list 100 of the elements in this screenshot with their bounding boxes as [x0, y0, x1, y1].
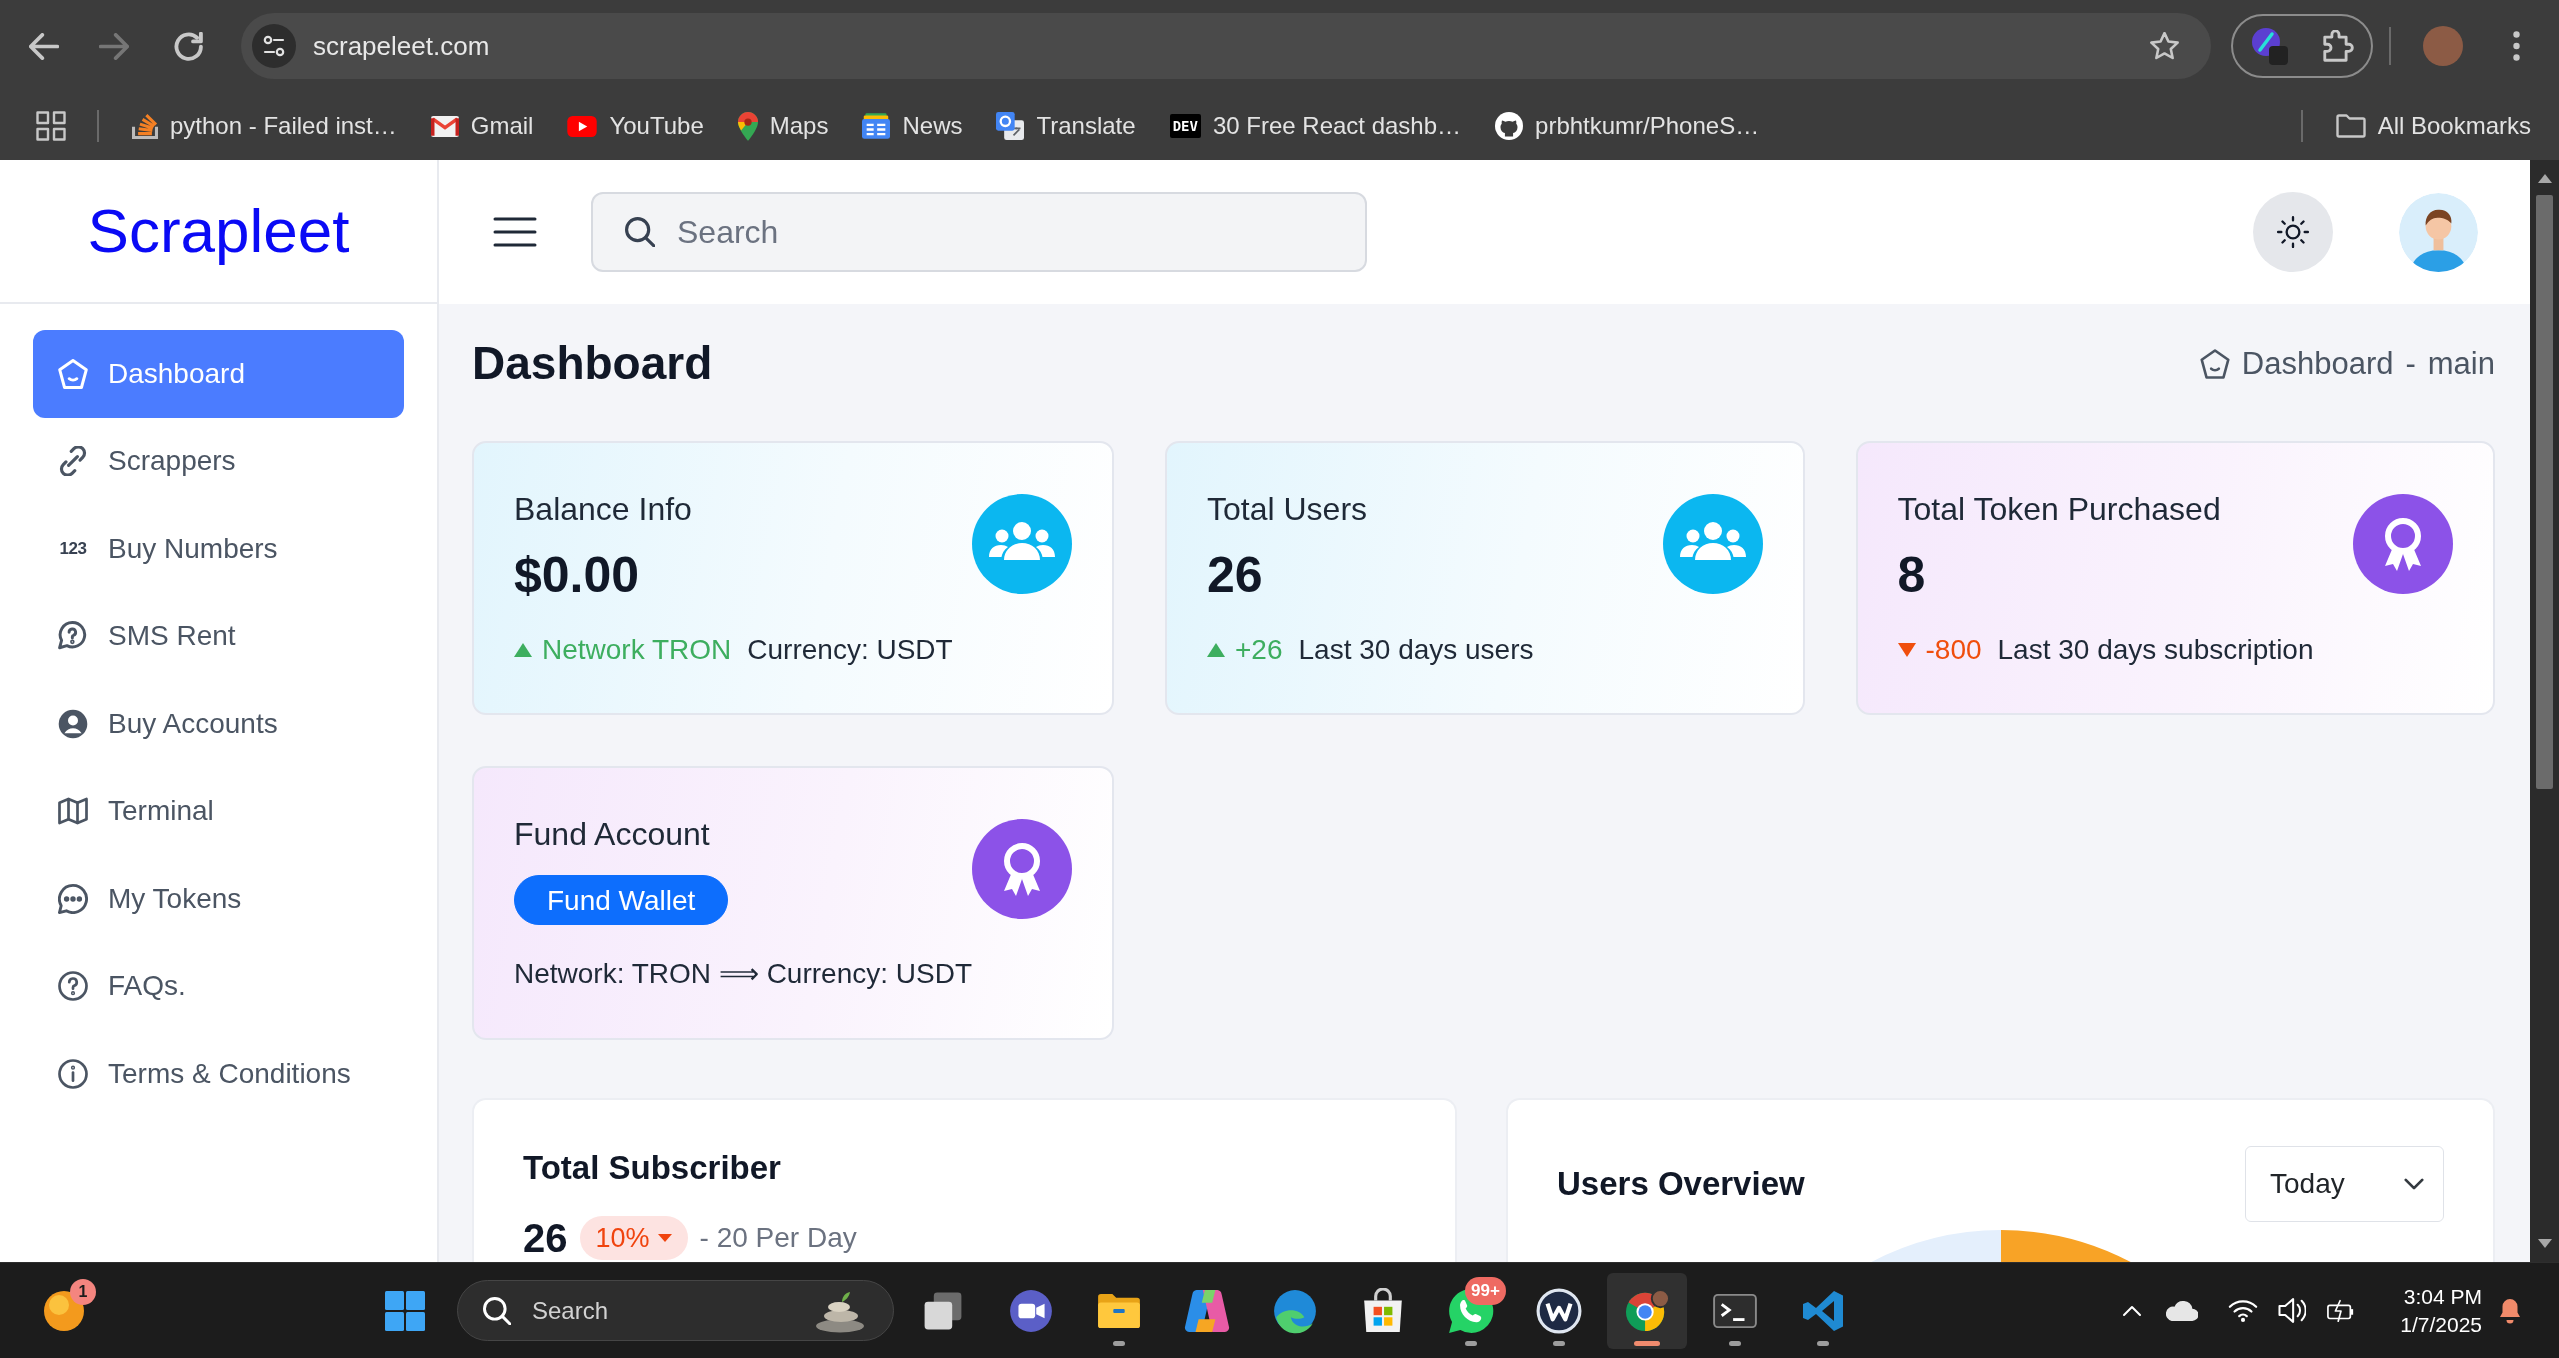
nav-item[interactable]: FAQs.: [33, 942, 404, 1030]
notification-badge: 99+: [1465, 1276, 1506, 1305]
nav-item[interactable]: Dashboard: [33, 330, 404, 418]
sun-icon: [2276, 215, 2310, 249]
envelope-icon: [430, 115, 459, 137]
cat-silhouette-icon: [1495, 112, 1524, 140]
search-icon: [625, 217, 655, 247]
breadcrumb-link[interactable]: Dashboard: [2241, 340, 2394, 388]
card-note: Last 30 days subscription: [1997, 633, 2314, 667]
newspaper-icon: [862, 113, 891, 139]
notification-badge: 1: [70, 1278, 96, 1305]
menu-icon[interactable]: [493, 217, 537, 247]
scrollbar-track[interactable]: [2530, 160, 2559, 1262]
bookmark-link[interactable]: Maps: [737, 108, 829, 144]
puzzle-icon[interactable]: [2322, 30, 2355, 62]
nav-item[interactable]: Terminal: [33, 767, 404, 855]
scrollbar-thumb[interactable]: [2536, 195, 2553, 789]
bookmark-link[interactable]: Gmail: [430, 108, 534, 144]
bookmark-link[interactable]: YouTube: [567, 108, 704, 144]
nav-item[interactable]: 123 Buy Numbers: [33, 505, 404, 593]
fund-wallet-button[interactable]: Fund Wallet: [514, 875, 729, 925]
info-icon: [58, 1058, 88, 1089]
breadcrumb-separator: -: [2405, 344, 2416, 383]
card-title: Users Overview: [1557, 1164, 1805, 1204]
bookmark-link[interactable]: Translate: [996, 108, 1136, 144]
address-field[interactable]: scrapeleet.com: [241, 13, 2211, 79]
site-logo: DEV: [1169, 114, 1201, 138]
card-value: $0.00: [514, 546, 641, 605]
wave-globe-icon: [1272, 1287, 1318, 1334]
nav-item[interactable]: Buy Accounts: [33, 680, 404, 768]
reload-icon[interactable]: [173, 31, 203, 61]
change-text: +26: [1235, 633, 1283, 667]
nav-item[interactable]: Scrappers: [33, 417, 404, 505]
bell-icon[interactable]: [2498, 1296, 2522, 1325]
wifi-icon[interactable]: [2228, 1298, 2258, 1323]
question-circle-icon: [58, 971, 88, 1002]
card-title: Total Token Purchased: [1897, 490, 2222, 528]
caret-down-icon: [657, 1234, 672, 1242]
change-text: Network TRON: [542, 633, 732, 667]
bookmark-link[interactable]: prbhtkumr/PhoneS…: [1495, 108, 1760, 144]
nav-item[interactable]: My Tokens: [33, 855, 404, 943]
card-value: 8: [1897, 546, 1927, 605]
cloud-icon[interactable]: [2166, 1300, 2198, 1321]
search-icon: [483, 1297, 511, 1325]
subscriber-count: 26: [523, 1216, 568, 1260]
card-title: Total Users: [1207, 490, 1369, 528]
all-bookmarks-button[interactable]: All Bookmarks: [2335, 108, 2531, 144]
page-title: Dashboard: [472, 336, 713, 392]
overlapping-squares-icon: [996, 112, 1025, 140]
app-logo[interactable]: Scrapleet: [87, 196, 350, 266]
link-icon: [58, 446, 88, 477]
folder-icon: [2335, 114, 2366, 138]
card-note: Currency: USDT: [747, 633, 953, 667]
chat-question-icon: [58, 621, 88, 652]
taskbar-button[interactable]: [1607, 1272, 1687, 1349]
map-pin-icon: [737, 111, 758, 141]
card-title: Total Subscriber: [523, 1148, 782, 1188]
scroll-up-icon[interactable]: [2537, 174, 2552, 183]
back-icon[interactable]: [29, 32, 59, 60]
card-note: Last 30 days users: [1298, 633, 1534, 667]
search-field[interactable]: Search: [591, 192, 1367, 272]
change-percent: 10%: [595, 1221, 650, 1255]
clock-time[interactable]: 3:04 PM: [2403, 1282, 2482, 1311]
scroll-down-icon[interactable]: [2537, 1239, 2552, 1248]
house-icon: [58, 358, 88, 389]
play-button-icon: [567, 115, 598, 137]
nav-item[interactable]: SMS Rent: [33, 592, 404, 680]
card-title: Fund Account: [514, 815, 711, 853]
bookmark-star-icon[interactable]: [2150, 32, 2179, 60]
start-icon[interactable]: [385, 1290, 425, 1331]
extension-icon[interactable]: [2249, 26, 2290, 66]
taskbar-search-field[interactable]: Search: [457, 1280, 894, 1341]
user-circle-icon: [58, 708, 88, 739]
zigzag-circle-icon: [1536, 1287, 1582, 1334]
tricolor-circle-icon: [1624, 1288, 1670, 1333]
numbers-icon: 123: [58, 536, 88, 562]
card-value: 26: [1207, 546, 1264, 605]
bookmark-link[interactable]: DEV 30 Free React dashb…: [1169, 108, 1462, 144]
site-settings-icon[interactable]: [252, 24, 296, 68]
period-select[interactable]: Today: [2245, 1146, 2444, 1222]
bookmark-link[interactable]: python - Failed inst…: [132, 108, 397, 144]
card-title: Balance Info: [514, 490, 693, 528]
nav-item[interactable]: Terms & Conditions: [33, 1030, 404, 1118]
user-avatar[interactable]: [2399, 192, 2478, 272]
change-text: -800: [1925, 633, 1982, 667]
card-note: Network: TRON ⟹ Currency: USDT: [514, 957, 972, 991]
apps-grid-icon[interactable]: [36, 111, 66, 141]
chevron-up-icon[interactable]: [2122, 1304, 2142, 1317]
chat-dots-icon: [58, 883, 88, 914]
folder-icon: [1096, 1291, 1142, 1330]
house-icon: [2199, 349, 2230, 379]
breadcrumb-current: main: [2427, 344, 2495, 383]
tray-stack-icon: [132, 113, 158, 139]
bookmark-link[interactable]: News: [862, 108, 963, 144]
clock-date[interactable]: 1/7/2025: [2400, 1310, 2482, 1339]
video-chat-icon: [1008, 1287, 1054, 1334]
speaker-icon[interactable]: [2278, 1298, 2306, 1323]
map-icon: [58, 796, 88, 827]
more-menu-icon[interactable]: [2513, 31, 2520, 61]
multicolor-blocks-icon: [1184, 1289, 1230, 1332]
